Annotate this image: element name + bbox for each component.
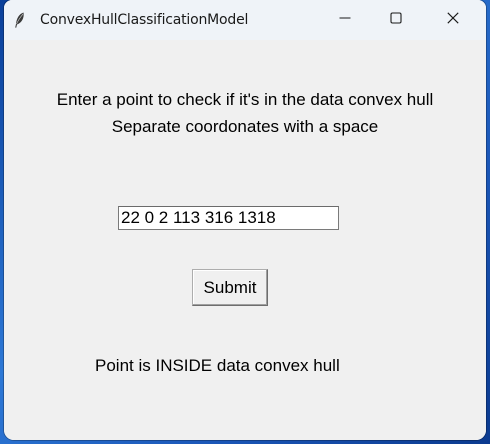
close-button[interactable] — [430, 0, 476, 40]
client-area: Enter a point to check if it's in the da… — [4, 40, 486, 440]
window-title: ConvexHullClassificationModel — [40, 12, 249, 28]
app-window: ConvexHullClassificationModel Enter a po… — [4, 0, 486, 440]
minimize-button[interactable] — [322, 0, 368, 40]
maximize-icon — [390, 11, 402, 29]
maximize-button[interactable] — [373, 0, 419, 40]
result-label: Point is INSIDE data convex hull — [95, 356, 340, 375]
submit-button[interactable]: Submit — [192, 269, 268, 306]
feather-icon — [12, 11, 28, 29]
instruction-label: Enter a point to check if it's in the da… — [56, 90, 434, 109]
title-bar[interactable]: ConvexHullClassificationModel — [4, 0, 486, 40]
close-icon — [447, 11, 459, 29]
coordinates-input[interactable] — [118, 206, 339, 230]
minimize-icon — [339, 11, 351, 29]
separator-hint-label: Separate coordonates with a space — [111, 117, 379, 136]
